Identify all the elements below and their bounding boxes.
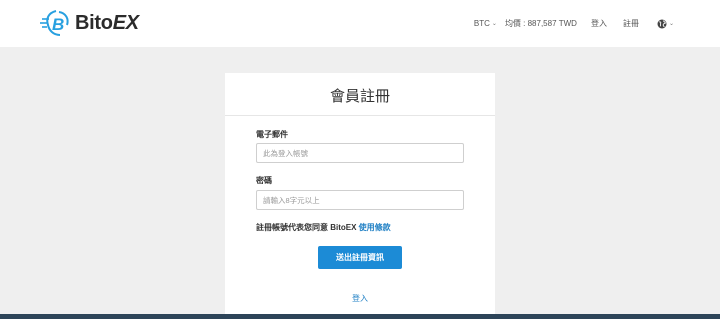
logo-text-accent: EX bbox=[112, 11, 139, 34]
bitoex-logo[interactable]: B BitoEX bbox=[40, 8, 139, 38]
currency-label: BTC bbox=[473, 19, 490, 28]
language-selector[interactable]: ⌄ bbox=[657, 19, 674, 29]
globe-icon bbox=[657, 19, 667, 28]
chevron-down-icon: ⌄ bbox=[491, 21, 497, 27]
page-title: 會員註冊 bbox=[329, 88, 390, 105]
average-price-label: 均價 : 887,587 TWD bbox=[504, 19, 577, 28]
top-nav: BTC ⌄ 均價 : 887,587 TWD 登入 註冊 ⌄ bbox=[474, 0, 674, 47]
terms-link[interactable]: 使用條款 bbox=[359, 223, 391, 232]
logo-mark-letter: B bbox=[52, 15, 64, 34]
average-price: 均價 : 887,587 TWD bbox=[505, 18, 577, 29]
currency-selector[interactable]: BTC ⌄ bbox=[474, 19, 497, 28]
login-link[interactable]: 登入 bbox=[225, 293, 495, 304]
password-field[interactable]: 請輸入8字元以上 bbox=[256, 190, 464, 210]
email-field[interactable]: 此為登入帳號 bbox=[256, 143, 464, 163]
nav-register-link[interactable]: 註冊 bbox=[623, 18, 639, 29]
submit-registration-button[interactable]: 送出註冊資訊 bbox=[318, 246, 402, 269]
title-divider bbox=[225, 115, 495, 116]
footer-bar bbox=[0, 314, 720, 319]
chevron-down-icon: ⌄ bbox=[668, 21, 674, 27]
registration-card: 會員註冊 電子郵件 此為登入帳號 密碼 請輸入8字元以上 註冊帳號代表您同意 B… bbox=[225, 73, 495, 319]
email-placeholder: 此為登入帳號 bbox=[263, 148, 308, 158]
nav-register-label: 註冊 bbox=[622, 19, 639, 28]
email-label: 電子郵件 bbox=[256, 130, 288, 139]
logo-text-main: Bito bbox=[75, 11, 113, 34]
submit-label: 送出註冊資訊 bbox=[336, 253, 384, 262]
bitoex-logo-mark-icon: B bbox=[40, 10, 69, 36]
terms-text: 註冊帳號代表您同意 BitoEX bbox=[256, 223, 359, 232]
nav-login-link[interactable]: 登入 bbox=[591, 18, 607, 29]
password-label: 密碼 bbox=[256, 176, 272, 185]
nav-login-label: 登入 bbox=[590, 19, 607, 28]
logo-text: BitoEX bbox=[75, 12, 139, 35]
site-header: B BitoEX BTC ⌄ 均價 : 887,587 TWD 登入 註冊 ⌄ bbox=[0, 0, 720, 47]
terms-notice: 註冊帳號代表您同意 BitoEX 使用條款 bbox=[256, 222, 391, 233]
password-placeholder: 請輸入8字元以上 bbox=[263, 195, 320, 205]
